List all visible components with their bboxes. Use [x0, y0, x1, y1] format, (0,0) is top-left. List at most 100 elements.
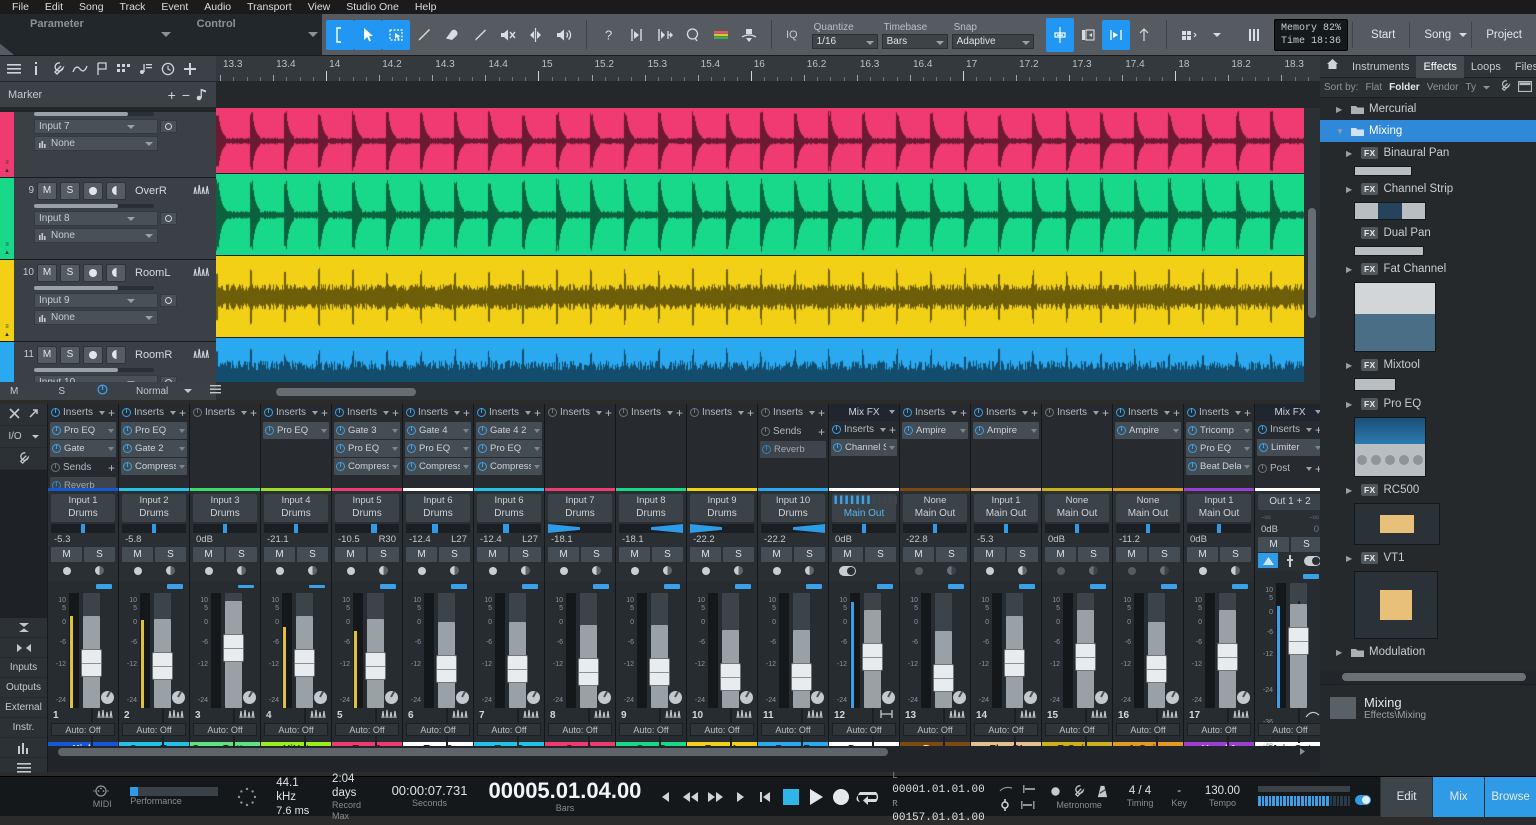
channel-gain[interactable]: 0dB	[1048, 534, 1065, 545]
channel-input[interactable]: Input 4	[264, 495, 328, 507]
track-preset-select[interactable]: None	[34, 136, 158, 151]
insert-slot[interactable]: Pro EQ	[121, 422, 187, 439]
track-input-select[interactable]: Input 9	[34, 293, 158, 308]
add-insert-button[interactable]: +	[1102, 408, 1109, 418]
chevron-down-icon[interactable]	[1244, 465, 1250, 469]
disclosure-triangle-icon[interactable]: ▶	[1346, 265, 1356, 274]
power-icon[interactable]	[1116, 408, 1125, 417]
channel-monitor-button[interactable]	[226, 563, 257, 578]
channel-record-button[interactable]	[690, 563, 721, 578]
insert-slot[interactable]: Gate 4 2	[476, 422, 542, 439]
volume-fader[interactable]	[864, 593, 881, 708]
chevron-down-icon[interactable]	[1244, 447, 1250, 451]
pan-control[interactable]	[264, 524, 328, 533]
channel-solo-button[interactable]: S	[1291, 537, 1320, 552]
outputs-button[interactable]: Outputs	[0, 678, 47, 698]
channel-record-button[interactable]	[761, 563, 792, 578]
channel-mute-button[interactable]: M	[548, 547, 579, 562]
power-icon[interactable]	[1259, 443, 1268, 452]
channel-mute-button[interactable]: M	[832, 547, 863, 562]
panel-toggle-icon[interactable]	[1518, 81, 1532, 95]
volume-fader[interactable]	[651, 593, 668, 708]
channel-input[interactable]: None	[1045, 495, 1109, 507]
inserts-header[interactable]: Inserts+	[758, 404, 828, 421]
power-icon[interactable]	[407, 444, 416, 453]
pan-knob[interactable]	[314, 691, 327, 704]
disclosure-triangle-icon[interactable]: ▶	[1346, 554, 1356, 563]
power-icon[interactable]	[478, 444, 487, 453]
info-icon[interactable]	[26, 59, 46, 79]
channel-mute-button[interactable]: M	[761, 547, 792, 562]
chevron-down-icon[interactable]	[463, 465, 469, 469]
channel-strip[interactable]: Inserts+Gate 3Pro EQCompressorInput 5Dru…	[332, 404, 403, 756]
channel-monitor-button[interactable]	[155, 563, 186, 578]
channel-select-tab[interactable]	[1303, 574, 1319, 579]
channel-output[interactable]: Drums	[477, 507, 541, 520]
channel-monitor-button[interactable]	[1220, 563, 1251, 578]
menu-item-view[interactable]: View	[300, 0, 339, 14]
disclosure-triangle-icon[interactable]: ▼	[1336, 127, 1346, 136]
chevron-down-icon[interactable]	[392, 465, 398, 469]
inserts-header[interactable]: Inserts+	[48, 404, 118, 421]
scroll-right-arrow[interactable]	[1299, 747, 1306, 759]
insert-slot[interactable]: Ampire	[902, 422, 968, 439]
inserts-header[interactable]: Inserts+	[1113, 404, 1183, 421]
power-icon[interactable]	[1188, 444, 1197, 453]
channel-mute-button[interactable]: M	[903, 547, 934, 562]
track-monitor-button[interactable]	[106, 264, 126, 282]
channel-mute-button[interactable]: M	[264, 547, 295, 562]
stop-button[interactable]	[778, 777, 803, 817]
power-icon[interactable]	[123, 444, 132, 453]
insert-slot[interactable]: Gate 3	[334, 422, 400, 439]
channel-input[interactable]: Input 6	[406, 495, 470, 507]
quantize-value[interactable]: 1/16	[812, 34, 878, 49]
channel-solo-button[interactable]: S	[936, 547, 967, 562]
pan-indicator[interactable]	[432, 524, 438, 533]
bus-mono-toggle[interactable]	[832, 563, 863, 578]
channel-gain[interactable]: -11.2	[1119, 534, 1140, 545]
home-icon[interactable]	[1320, 56, 1345, 78]
audio-track-lane[interactable]	[216, 174, 1320, 256]
flag-icon[interactable]	[92, 59, 112, 79]
channel-record-button[interactable]	[51, 563, 82, 578]
browser-item-modulation[interactable]: ▶Modulation	[1320, 641, 1536, 663]
menu-item-song[interactable]: Song	[71, 0, 112, 14]
automation-mode-button[interactable]: Auto: Off	[832, 723, 896, 736]
channel-output[interactable]: Drums	[264, 507, 328, 520]
plugin-thumbnail[interactable]	[1354, 282, 1436, 352]
insert-slot[interactable]: Pro EQ	[1186, 440, 1252, 457]
channel-record-button[interactable]	[264, 563, 295, 578]
pan-control[interactable]	[51, 524, 115, 533]
channel-gain[interactable]: -5.3	[54, 534, 70, 545]
channel-solo-button[interactable]: S	[226, 547, 257, 562]
add-insert-button[interactable]: +	[960, 408, 967, 418]
power-icon[interactable]	[478, 462, 487, 471]
insert-slot[interactable]: Tricomp	[1186, 422, 1252, 439]
fader-handle[interactable]	[152, 652, 173, 680]
mixer-view-button[interactable]	[1240, 20, 1268, 50]
scroll-thumb[interactable]	[1342, 673, 1526, 681]
volume-fader[interactable]	[935, 593, 952, 708]
channel-record-button[interactable]	[1116, 563, 1147, 578]
control-selector[interactable]: Control	[197, 14, 322, 30]
power-icon[interactable]	[832, 425, 841, 434]
channel-strip[interactable]: Inserts+Pro EQGateSends+ReverbInput 1Dru…	[48, 404, 119, 756]
pan-control[interactable]	[548, 524, 612, 533]
bars-display[interactable]: 00005.01.04.00 Bars	[476, 777, 653, 817]
fader-handle[interactable]	[436, 655, 457, 683]
chevron-down-icon[interactable]	[1306, 428, 1312, 432]
add-send-button[interactable]: +	[818, 427, 825, 437]
snap-to-end-button[interactable]	[651, 20, 679, 50]
inserts-header[interactable]: Inserts+	[829, 421, 899, 438]
pan-control[interactable]	[690, 524, 754, 533]
channel-strip[interactable]: Inserts+Sends+ReverbInput 10Drums-22.2MS…	[758, 404, 829, 756]
channel-io-box[interactable]: Input 6Drums	[406, 494, 470, 522]
console-settings-button[interactable]	[0, 448, 47, 470]
metronome-icon[interactable]	[1096, 785, 1109, 798]
channel-input[interactable]: Input 6	[477, 495, 541, 507]
channel-mute-button[interactable]: M	[1187, 547, 1218, 562]
channel-io-box[interactable]: Input 3Drums	[193, 494, 257, 522]
channel-io-box[interactable]: Input 2Drums	[122, 494, 186, 522]
footer-solo-button[interactable]: S	[28, 386, 75, 397]
channel-gain[interactable]: -12.4	[409, 534, 431, 545]
